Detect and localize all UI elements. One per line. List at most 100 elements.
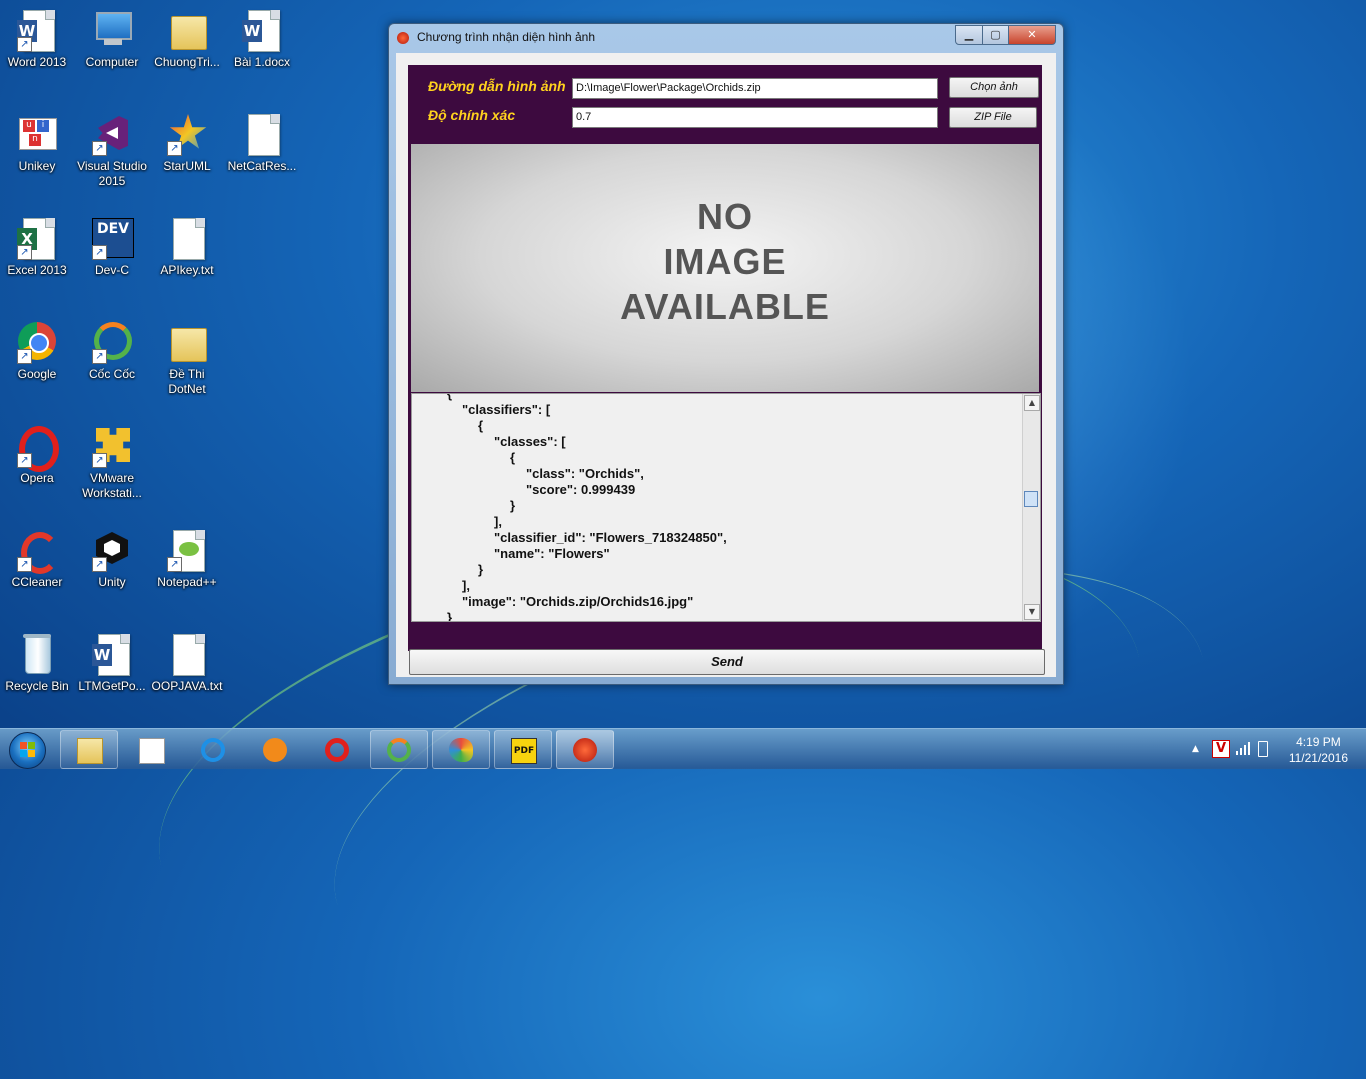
desktop-icon-google[interactable]: ↗ Google xyxy=(0,320,74,382)
json-line: { xyxy=(447,393,453,401)
desktop-icon-visual-studio[interactable]: ↗ Visual Studio 2015 xyxy=(75,112,149,189)
visual-studio-icon: ↗ xyxy=(90,112,134,156)
scroll-down-icon[interactable]: ▼ xyxy=(1024,604,1040,620)
json-line: "image": "Orchids.zip/Orchids16.jpg" xyxy=(462,594,694,609)
show-hidden-icons-icon[interactable]: ▲ xyxy=(1192,744,1199,754)
json-line: } xyxy=(478,562,484,577)
computer-icon xyxy=(90,8,134,52)
window-title: Chương trình nhận diện hình ảnh xyxy=(417,30,596,44)
choose-image-button[interactable]: Chọn ảnh xyxy=(949,77,1039,98)
folder-icon xyxy=(77,738,103,764)
desktop-icon-notepadpp[interactable]: ↗ Notepad++ xyxy=(150,528,224,590)
app-icon xyxy=(397,32,409,44)
desktop-icon-coccoc[interactable]: ↗ Cốc Cốc xyxy=(75,320,149,382)
desktop-icon-devc[interactable]: DEV ↗ Dev-C xyxy=(75,216,149,278)
json-line: "class": "Orchids", xyxy=(526,466,644,481)
result-textbox[interactable]: { "classifiers": [ { "classes": [ { "cla… xyxy=(411,393,1041,622)
json-line: { xyxy=(510,450,516,465)
taskbar-opera[interactable] xyxy=(308,730,366,769)
network-icon[interactable] xyxy=(1236,741,1250,755)
accuracy-label: Độ chính xác xyxy=(428,107,516,123)
accuracy-input[interactable]: 0.7 xyxy=(572,107,938,128)
desktop-icon-apikey[interactable]: APIkey.txt xyxy=(150,216,224,278)
desktop-icon-ltmgetpo[interactable]: W LTMGetPo... xyxy=(75,632,149,694)
json-line: "classifiers": [ xyxy=(462,402,551,417)
desktop-icon-recycle-bin[interactable]: Recycle Bin xyxy=(0,632,74,694)
taskbar-media-player[interactable] xyxy=(246,730,304,769)
battery-icon[interactable] xyxy=(1258,741,1268,757)
unikey-icon: u i n xyxy=(15,112,59,156)
text-file-icon xyxy=(165,632,209,676)
internet-explorer-icon xyxy=(201,738,225,762)
unity-icon: ↗ xyxy=(90,528,134,572)
desktop-icon-staruml[interactable]: ↗ StarUML xyxy=(150,112,224,174)
recycle-bin-icon xyxy=(15,632,59,676)
chrome-icon: ↗ xyxy=(15,320,59,364)
path-label: Đường dẫn hình ảnh xyxy=(428,78,566,94)
window-client: Đường dẫn hình ảnh D:\Image\Flower\Packa… xyxy=(396,53,1056,677)
desktop-icon-computer[interactable]: Computer xyxy=(75,8,149,70)
clock-date: 11/21/2016 xyxy=(1288,751,1348,765)
unikey-tray-icon[interactable]: V xyxy=(1212,740,1230,758)
clock[interactable]: 4:19 PM 11/21/2016 xyxy=(1289,734,1348,766)
paint-icon xyxy=(449,738,473,762)
windows-orb-icon xyxy=(9,732,46,769)
json-line: ], xyxy=(494,514,502,529)
desktop-icon-oopjava[interactable]: OOPJAVA.txt xyxy=(150,632,224,694)
taskbar-internet-explorer[interactable] xyxy=(184,730,242,769)
scroll-up-icon[interactable]: ▲ xyxy=(1024,395,1040,411)
maximize-button[interactable]: ▢ xyxy=(982,25,1009,45)
app-icon xyxy=(573,738,597,762)
taskbar-paint[interactable] xyxy=(432,730,490,769)
coccoc-icon: ↗ xyxy=(90,320,134,364)
vmware-icon: ↗ xyxy=(90,424,134,468)
send-button[interactable]: Send xyxy=(409,649,1045,675)
app-window: Chương trình nhận diện hình ảnh ▁ ▢ ✕ Đư… xyxy=(388,23,1064,685)
media-player-icon xyxy=(263,738,287,762)
json-line: "classifier_id": "Flowers_718324850", xyxy=(494,530,727,545)
desktop-icon-netcatres[interactable]: NetCatRes... xyxy=(225,112,299,174)
desktop-icon-ccleaner[interactable]: ↗ CCleaner xyxy=(0,528,74,590)
main-panel: Đường dẫn hình ảnh D:\Image\Flower\Packa… xyxy=(408,65,1045,675)
json-line: "name": "Flowers" xyxy=(494,546,610,561)
word-doc-icon: W xyxy=(240,8,284,52)
desktop-icon-unity[interactable]: ↗ Unity xyxy=(75,528,149,590)
folder-icon xyxy=(165,320,209,364)
desktop-icon-unikey[interactable]: u i n Unikey xyxy=(0,112,74,174)
desktop-icon-word[interactable]: W ↗ Word 2013 xyxy=(0,8,74,70)
taskbar-coccoc[interactable] xyxy=(370,730,428,769)
taskbar-pdf-reader[interactable]: PDF xyxy=(494,730,552,769)
no-image-text-line2: IMAGE xyxy=(663,241,787,282)
desktop-icon-dethi[interactable]: Đề Thi DotNet xyxy=(150,320,224,397)
path-input[interactable]: D:\Image\Flower\Package\Orchids.zip xyxy=(572,78,938,99)
vertical-scrollbar[interactable]: ▲ ▼ xyxy=(1022,394,1040,621)
taskbar-explorer[interactable] xyxy=(60,730,118,769)
system-tray: ▲ V 4:19 PM 11/21/2016 xyxy=(1186,729,1366,769)
json-line: "score": 0.999439 xyxy=(526,482,636,497)
folder-icon xyxy=(165,8,209,52)
desktop-icon-vmware[interactable]: ↗ VMware Workstati... xyxy=(75,424,149,501)
taskbar-image-recognition-app[interactable] xyxy=(556,730,614,769)
image-preview: NO IMAGE AVAILABLE xyxy=(411,144,1039,392)
no-image-text-line1: NO xyxy=(697,196,753,237)
clock-time: 4:19 PM xyxy=(1296,735,1341,749)
no-image-text-line3: AVAILABLE xyxy=(620,286,830,327)
scroll-thumb[interactable] xyxy=(1024,491,1038,507)
title-bar[interactable]: Chương trình nhận diện hình ảnh ▁ ▢ ✕ xyxy=(389,24,1063,52)
desktop-icon-chuongtrinh[interactable]: ChuongTri... xyxy=(150,8,224,70)
pdf-icon: PDF xyxy=(511,738,537,764)
text-file-icon xyxy=(240,112,284,156)
minimize-button[interactable]: ▁ xyxy=(955,25,983,45)
json-line: { xyxy=(478,418,484,433)
zip-file-button[interactable]: ZIP File xyxy=(949,107,1037,128)
desktop-icon-excel[interactable]: X ↗ Excel 2013 xyxy=(0,216,74,278)
json-line: } xyxy=(510,498,516,513)
taskbar-unikey[interactable] xyxy=(122,730,180,769)
taskbar: PDF ▲ V 4:19 PM 11/21/2016 xyxy=(0,728,1366,769)
desktop-icon-bai1[interactable]: W Bài 1.docx xyxy=(225,8,299,70)
close-button[interactable]: ✕ xyxy=(1008,25,1056,45)
opera-icon xyxy=(325,738,349,762)
desktop-icon-opera[interactable]: ↗ Opera xyxy=(0,424,74,486)
start-button[interactable] xyxy=(2,730,52,769)
devc-icon: DEV ↗ xyxy=(90,216,134,260)
